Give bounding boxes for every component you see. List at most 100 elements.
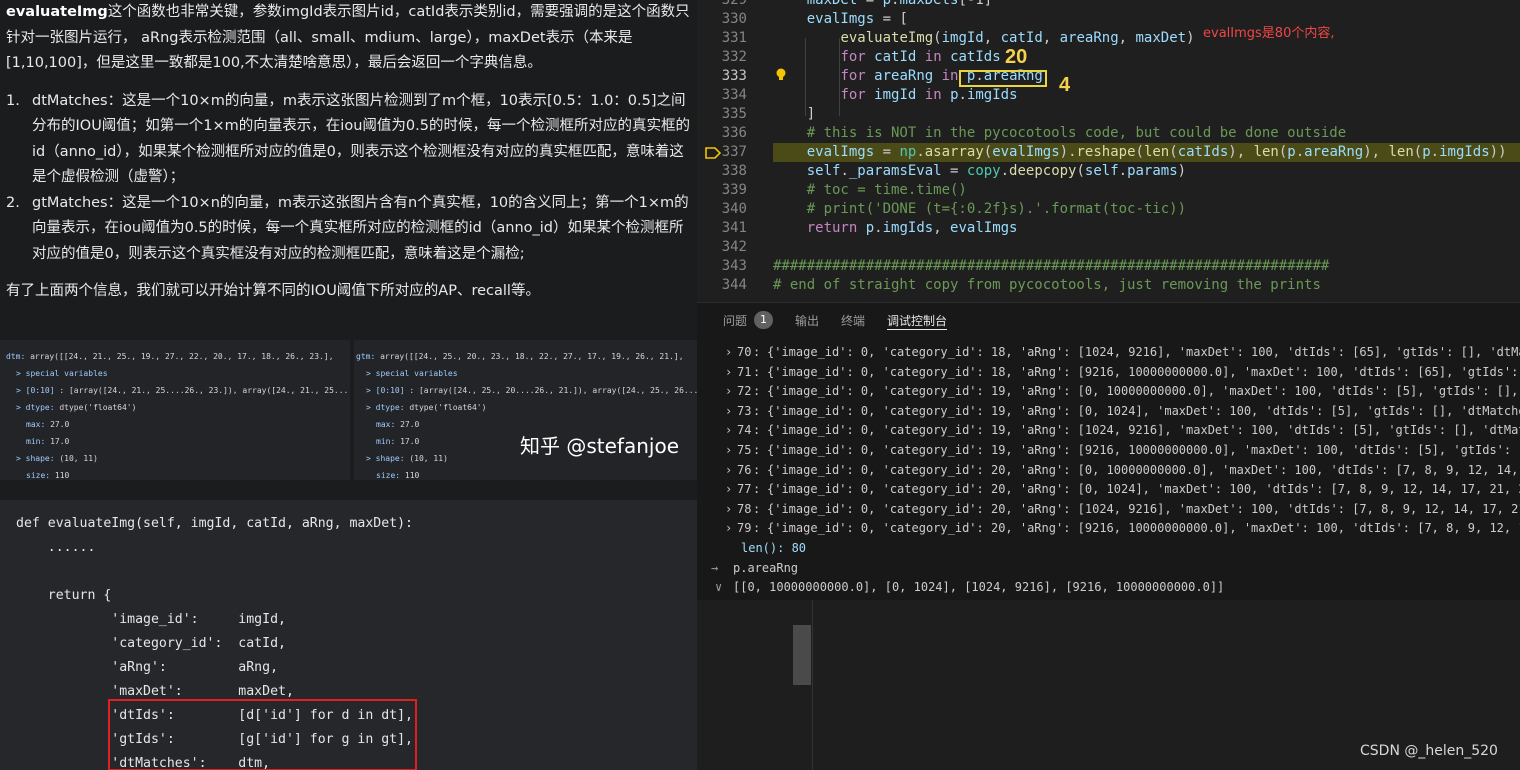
tab-debug-console[interactable]: 调试控制台 [887,312,948,330]
console-row-text: {'image_id': 0, 'category_id': 18, 'aRng… [767,364,1520,379]
console-row-index: 72 [737,384,752,399]
line-number: 342 [721,239,747,255]
console-row[interactable]: › 73: {'image_id': 0, 'category_id': 19, '… [697,402,1520,422]
yellow-highlight-box [959,70,1047,87]
console-row-text: {'image_id': 0, 'category_id': 20, 'aRng… [767,462,1520,477]
variable-value: dtype('float64') [404,403,487,412]
console-row-index: 75 [737,443,752,457]
variable-key: max: [26,420,46,429]
chevron-right-icon[interactable]: › [725,343,732,363]
console-row-text: {'image_id': 0, 'category_id': 19, 'aRng… [767,403,1520,418]
variable-tree-row[interactable]: > [0:10] : [array([24., 21., 25....26., … [6,382,351,399]
variable-tree-row[interactable]: > [0:10] : [array([24., 25., 20....26., … [356,382,697,399]
variable-tree-row[interactable]: > special variables [6,365,351,382]
variable-tree-row[interactable]: > dtype: dtype('float64') [6,399,351,416]
variable-tree-row[interactable]: min: 17.0 [6,433,351,450]
line-number: 332 [721,49,747,65]
console-row[interactable]: › 76: {'image_id': 0, 'category_id': 20, '… [697,461,1520,481]
chevron-right-icon[interactable]: › [725,519,732,539]
variable-tree-row[interactable]: dtm: array([[24., 21., 25., 19., 27., 22… [6,348,351,365]
variable-key: > shape: [16,454,55,463]
variable-tree-row[interactable]: size: 110 [356,467,697,480]
code-line: self._paramsEval = copy.deepcopy(self.pa… [806,163,1187,179]
variable-tree-row[interactable]: size: 110 [6,467,351,480]
debug-variables-figure: dtm: array([[24., 21., 25., 19., 27., 22… [0,340,697,480]
code-line: for imgId in p.imgIds [840,87,1018,103]
list-item: 1. dtMatches：这是一个10×m的向量，m表示这张图片检测到了m个框，… [6,89,691,191]
function-name: evaluateImg [6,4,108,20]
tab-terminal[interactable]: 终端 [841,312,865,330]
console-row[interactable]: › 72: {'image_id': 0, 'category_id': 19, '… [697,382,1520,402]
tab-problems[interactable]: 问题 [723,312,747,330]
console-row[interactable]: › 75: {'image_id': 0, 'category_id': 19, '… [697,441,1520,461]
code-line: for catId in catIds [840,49,1001,65]
variable-value: 17.0 [395,437,420,446]
variable-value: array([[24., 25., 20., 23., 18., 22., 27… [375,352,684,361]
red-highlight-box [108,699,417,770]
article-paragraph-1: evaluateImg这个函数也非常关键，参数imgId表示图片id，catId… [6,0,691,77]
line-number: 343 [721,258,747,274]
csdn-watermark: CSDN @_helen_520 [1360,743,1498,759]
variable-key: > [0:10] [16,386,55,395]
variable-key: size: [376,471,401,480]
chevron-right-icon[interactable]: › [725,363,732,383]
article-paragraph-2: 有了上面两个信息，我们就可以开始计算不同的IOU阈值下所对应的AP、recall… [6,283,540,299]
console-row-index: 70 [737,345,752,359]
console-row-separator: : [753,482,761,497]
console-row-separator: : [753,501,761,516]
console-prompt-arrow-icon: → [711,560,719,575]
console-row-separator: : [753,462,761,477]
variable-key: > shape: [366,454,405,463]
chevron-right-icon[interactable]: › [725,500,732,520]
variable-value: array([[24., 21., 25., 19., 27., 22., 20… [25,352,334,361]
console-row[interactable]: › 77: {'image_id': 0, 'category_id': 20, '… [697,480,1520,500]
console-row[interactable]: › 70: {'image_id': 0, 'category_id': 18, '… [697,343,1520,363]
variable-tree-row[interactable]: > special variables [356,365,697,382]
variable-tree-row[interactable]: > shape: (10, 11) [6,450,351,467]
line-number: 341 [721,220,747,236]
code-line: # this is NOT in the pycocotools code, b… [806,125,1347,141]
console-row-text: {'image_id': 0, 'category_id': 19, 'aRng… [767,443,1520,457]
problems-count-badge: 1 [754,311,773,329]
chevron-down-icon[interactable]: ∨ [715,578,722,598]
code-line: # end of straight copy from pycocotools,… [773,277,1321,293]
editor-divider [812,600,813,770]
code-line: ########################################… [773,258,1330,274]
console-row[interactable]: › 78: {'image_id': 0, 'category_id': 20, '… [697,500,1520,520]
variable-tree-row[interactable]: gtm: array([[24., 25., 20., 23., 18., 22… [356,348,697,365]
console-row-index: 78 [737,501,752,516]
code-editor[interactable]: 329 330 331 332 333 334 335 336 337 338 339 340 341 3… [697,0,1520,302]
variable-tree-row[interactable]: max: 27.0 [6,416,351,433]
chevron-right-icon[interactable]: › [725,461,732,481]
line-number: 333 [721,68,747,84]
debug-breakpoint-arrow-icon[interactable] [705,147,721,159]
scrollbar-thumb[interactable] [793,625,811,685]
console-row[interactable]: › 79: {'image_id': 0, 'category_id': 20, '… [697,519,1520,539]
tab-output[interactable]: 输出 [795,312,819,330]
chevron-right-icon[interactable]: › [725,421,732,441]
code-line: # print('DONE (t={:0.2f}s).'.format(toc-… [806,201,1187,217]
variable-value: dtype('float64') [54,403,137,412]
code-line: evaluateImg(imgId, catId, areaRng, maxDe… [840,30,1195,46]
chevron-right-icon[interactable]: › [725,480,732,500]
list-item-text: gtMatches：这是一个10×n的向量，m表示这张图片含有n个真实框，10的… [32,194,689,262]
console-row-text: {'image_id': 0, 'category_id': 20, 'aRng… [767,521,1520,536]
variable-key: > dtype: [16,403,55,412]
variable-tree-row[interactable]: > dtype: dtype('float64') [356,399,697,416]
figure-divider [350,340,354,480]
chevron-right-icon[interactable]: › [725,441,732,461]
chevron-right-icon[interactable]: › [725,402,732,422]
code-line: ] [773,106,816,122]
variable-key: size: [26,471,51,480]
console-input-text[interactable]: p.areaRng [733,559,798,579]
variable-value: 17.0 [45,437,70,446]
variable-key: min: [26,437,46,446]
variable-key: dtm: [6,352,26,361]
variable-value: 110 [400,471,420,480]
console-row-separator: : [753,423,761,438]
console-row[interactable]: › 71: {'image_id': 0, 'category_id': 18, '… [697,363,1520,383]
console-row-index: 71 [737,364,752,379]
chevron-right-icon[interactable]: › [725,382,732,402]
console-row[interactable]: › 74: {'image_id': 0, 'category_id': 19, '… [697,421,1520,441]
